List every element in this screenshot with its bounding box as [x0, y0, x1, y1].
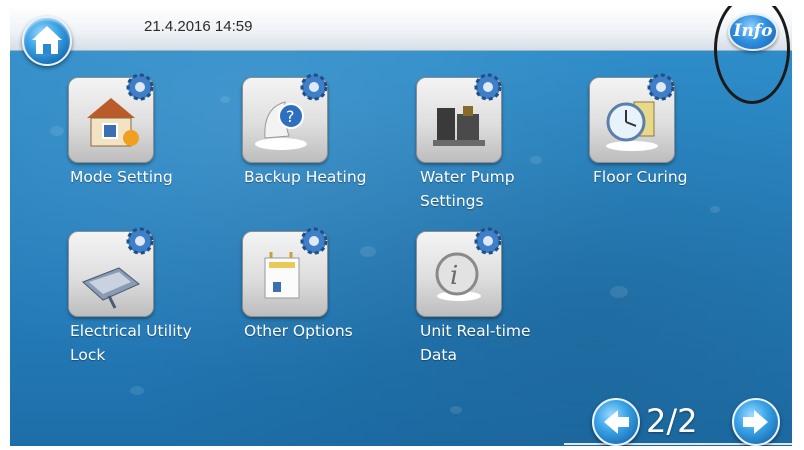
top-bar: 21.4.2016 14:59	[10, 6, 792, 51]
menu-item-label-line2: Data	[420, 346, 458, 364]
menu-item-mode-setting[interactable]: Mode Setting	[68, 73, 173, 190]
gear-icon	[300, 227, 328, 255]
menu-item-label: Unit Real-time	[420, 322, 531, 340]
touch-screen: 21.4.2016 14:59 Info Mode Setting ? Back…	[10, 6, 792, 446]
droplet-decoration	[610, 286, 628, 298]
menu-item-label: Other Options	[244, 322, 353, 340]
floor-curing-icon	[589, 73, 675, 163]
droplet-decoration	[450, 406, 462, 414]
menu-item-unit-realtime-data[interactable]: i Unit Real-time Data	[416, 227, 531, 368]
menu-item-floor-curing[interactable]: Floor Curing	[589, 73, 688, 190]
svg-text:?: ?	[286, 107, 295, 126]
menu-item-other-options[interactable]: Other Options	[242, 227, 353, 344]
arrow-left-icon	[604, 410, 629, 434]
gear-icon	[300, 73, 328, 101]
menu-item-label-line2: Lock	[70, 346, 106, 364]
previous-page-button[interactable]	[592, 398, 640, 446]
menu-item-label: Mode Setting	[70, 168, 173, 186]
menu-item-label: Electrical Utility	[70, 322, 192, 340]
highlight-circle	[714, 6, 790, 104]
page-indicator: 2/2	[646, 402, 698, 440]
backup-heating-icon: ?	[242, 73, 328, 163]
menu-item-label: Floor Curing	[593, 168, 688, 186]
next-page-button[interactable]	[732, 398, 780, 446]
home-button[interactable]	[22, 16, 72, 66]
unit-realtime-data-icon: i	[416, 227, 502, 317]
droplet-decoration	[530, 156, 542, 164]
droplet-decoration	[220, 96, 230, 103]
droplet-decoration	[710, 206, 720, 213]
electrical-utility-lock-icon	[68, 227, 154, 317]
droplet-decoration	[50, 126, 64, 136]
droplet-decoration	[360, 246, 376, 257]
menu-item-label-line2: Settings	[420, 192, 484, 210]
svg-text:i: i	[450, 261, 458, 291]
other-options-icon	[242, 227, 328, 317]
home-icon	[32, 26, 62, 54]
gear-icon	[126, 227, 154, 255]
menu-item-water-pump-settings[interactable]: Water Pump Settings	[416, 73, 515, 214]
gear-icon	[474, 227, 502, 255]
gear-icon	[474, 73, 502, 101]
menu-item-label: Water Pump	[420, 168, 515, 186]
menu-item-label: Backup Heating	[244, 168, 367, 186]
mode-setting-icon	[68, 73, 154, 163]
gear-icon	[126, 73, 154, 101]
water-pump-icon	[416, 73, 502, 163]
menu-item-backup-heating[interactable]: ? Backup Heating	[242, 73, 367, 190]
droplet-decoration	[130, 386, 144, 395]
datetime-display: 21.4.2016 14:59	[144, 18, 253, 35]
gear-icon	[647, 73, 675, 101]
arrow-right-icon	[743, 410, 768, 434]
menu-item-electrical-utility-lock[interactable]: Electrical Utility Lock	[68, 227, 192, 368]
